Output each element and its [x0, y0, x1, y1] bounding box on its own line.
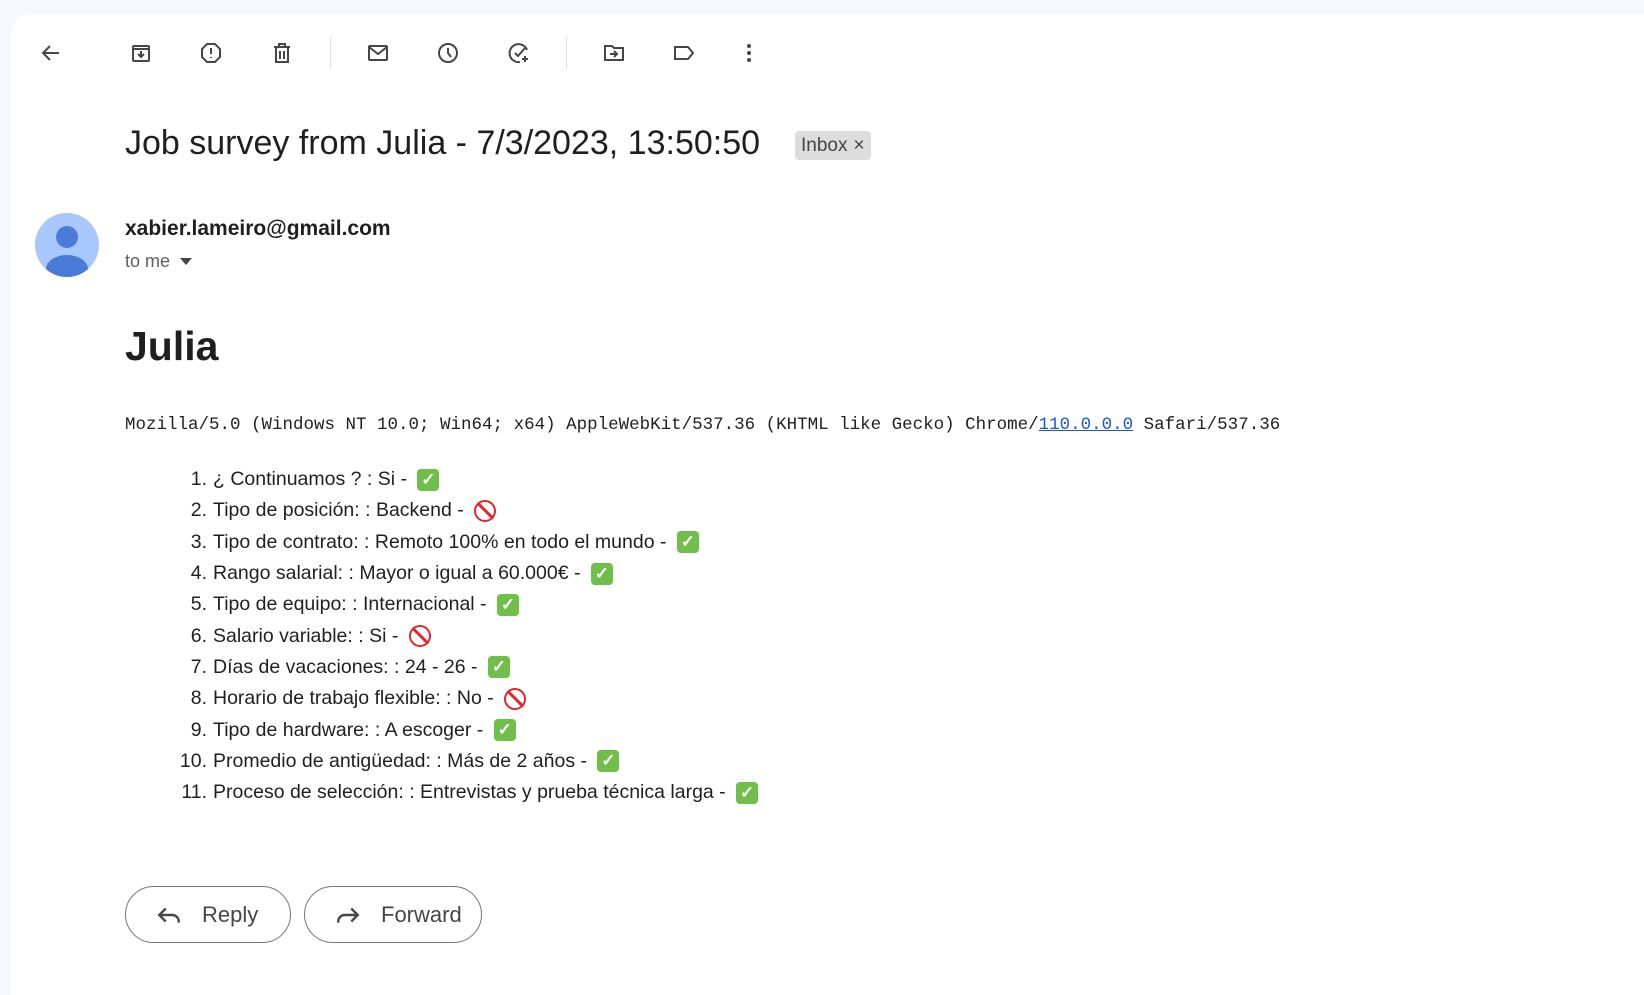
avatar[interactable]	[35, 213, 99, 277]
list-item: 9. Tipo de hardware: : A escoger - ✓	[125, 714, 758, 745]
forward-icon	[337, 907, 360, 923]
reply-button[interactable]: Reply	[125, 886, 291, 943]
item-number: 3.	[190, 530, 207, 553]
label-chip-text: Inbox	[801, 134, 848, 156]
sender-email[interactable]: xabier.lameiro@gmail.com	[125, 217, 391, 241]
list-item: 8. Horario de trabajo flexible: : No -	[125, 683, 758, 714]
remove-label-icon[interactable]: ×	[853, 135, 864, 157]
item-text: Salario variable: : Si -	[213, 624, 404, 647]
move-to-icon	[604, 45, 624, 61]
check-mark-icon: ✓	[493, 719, 516, 742]
more-button[interactable]	[732, 36, 766, 70]
add-task-button[interactable]	[502, 36, 536, 70]
item-number: 4.	[190, 562, 207, 585]
list-item: 11. Proceso de selección: : Entrevistas y…	[125, 777, 759, 808]
check-mark-icon: ✓	[597, 750, 620, 773]
item-text: Rango salarial: : Mayor o igual a 60.000…	[213, 562, 586, 585]
inbox-label-chip: Inbox ×	[795, 131, 871, 160]
list-item: 5. Tipo de equipo: : Internacional - ✓	[125, 589, 758, 620]
list-item: 7. Días de vacaciones: : 24 - 26 - ✓	[125, 652, 758, 683]
item-number: 2.	[190, 499, 207, 522]
toolbar-divider	[566, 37, 567, 69]
check-mark-icon: ✓	[487, 656, 510, 679]
label-icon	[674, 46, 695, 60]
prohibited-icon	[408, 625, 431, 648]
item-number: 11.	[181, 781, 207, 804]
user-agent-line: Mozilla/5.0 (Windows NT 10.0; Win64; x64…	[125, 415, 1280, 435]
snooze-button[interactable]	[431, 36, 465, 70]
person-icon	[46, 226, 88, 277]
mark-unread-icon	[368, 45, 388, 61]
item-text: Tipo de contrato: : Remoto 100% en todo …	[213, 530, 672, 553]
item-text: Proceso de selección: : Entrevistas y pr…	[213, 781, 732, 804]
reply-label: Reply	[202, 901, 259, 927]
survey-answers-list: 1. ¿ Continuamos ? : Si - ✓ 2. Tipo de pos…	[125, 464, 759, 808]
check-mark-icon: ✓	[417, 468, 440, 491]
caret-down-icon	[180, 257, 193, 265]
move-to-button[interactable]	[597, 36, 631, 70]
delete-button[interactable]	[265, 36, 299, 70]
label-button[interactable]	[667, 36, 701, 70]
toolbar-divider	[330, 37, 331, 69]
item-number: 6.	[190, 624, 207, 647]
item-number: 10.	[179, 749, 207, 772]
report-spam-icon	[201, 43, 221, 63]
more-icon	[747, 44, 751, 62]
chrome-version-link[interactable]: 110.0.0.0	[1039, 415, 1134, 435]
check-mark-icon: ✓	[676, 531, 699, 554]
recipient-text: to me	[125, 251, 171, 271]
item-text: Días de vacaciones: : 24 - 26 -	[213, 655, 483, 678]
item-text: Tipo de posición: : Backend -	[213, 499, 470, 522]
item-number: 1.	[190, 468, 207, 491]
item-text: Tipo de hardware: : A escoger -	[213, 718, 489, 741]
item-text: ¿ Continuamos ? : Si -	[213, 468, 413, 491]
delete-icon	[274, 43, 290, 63]
body-heading: Julia	[125, 323, 219, 369]
add-task-icon	[508, 43, 528, 64]
forward-button[interactable]: Forward	[304, 886, 482, 943]
list-item: 1. ¿ Continuamos ? : Si - ✓	[125, 464, 758, 495]
email-subject: Job survey from Julia - 7/3/2023, 13:50:…	[125, 124, 761, 162]
item-number: 7.	[190, 655, 207, 678]
item-text: Tipo de equipo: : Internacional -	[213, 593, 492, 616]
check-mark-icon: ✓	[736, 781, 759, 804]
user-agent-prefix: Mozilla/5.0 (Windows NT 10.0; Win64; x64…	[125, 415, 1039, 435]
forward-label: Forward	[381, 901, 462, 927]
user-agent-suffix: Safari/537.36	[1133, 415, 1281, 435]
list-item: 2. Tipo de posición: : Backend -	[125, 495, 758, 526]
archive-icon	[132, 45, 150, 62]
list-item: 4. Rango salarial: : Mayor o igual a 60.0…	[125, 558, 758, 589]
list-item: 6. Salario variable: : Si -	[125, 620, 758, 651]
back-icon	[41, 45, 59, 61]
prohibited-icon	[474, 499, 497, 522]
list-item: 3. Tipo de contrato: : Remoto 100% en tod…	[125, 527, 758, 558]
snooze-icon	[438, 43, 458, 63]
reply-icon	[157, 907, 180, 923]
list-item: 10. Promedio de antigüedad: : Más de 2 añ…	[125, 746, 758, 777]
prohibited-icon	[504, 687, 527, 710]
check-mark-icon: ✓	[496, 593, 519, 616]
item-number: 9.	[190, 718, 207, 741]
report-spam-button[interactable]	[194, 36, 228, 70]
recipient-details[interactable]: to me	[125, 251, 193, 272]
check-mark-icon: ✓	[590, 562, 613, 585]
item-number: 8.	[190, 687, 207, 710]
archive-button[interactable]	[124, 36, 158, 70]
back-button[interactable]	[34, 36, 68, 70]
item-number: 5.	[190, 593, 207, 616]
item-text: Promedio de antigüedad: : Más de 2 años …	[213, 749, 593, 772]
mark-unread-button[interactable]	[361, 36, 395, 70]
item-text: Horario de trabajo flexible: : No -	[213, 687, 500, 710]
